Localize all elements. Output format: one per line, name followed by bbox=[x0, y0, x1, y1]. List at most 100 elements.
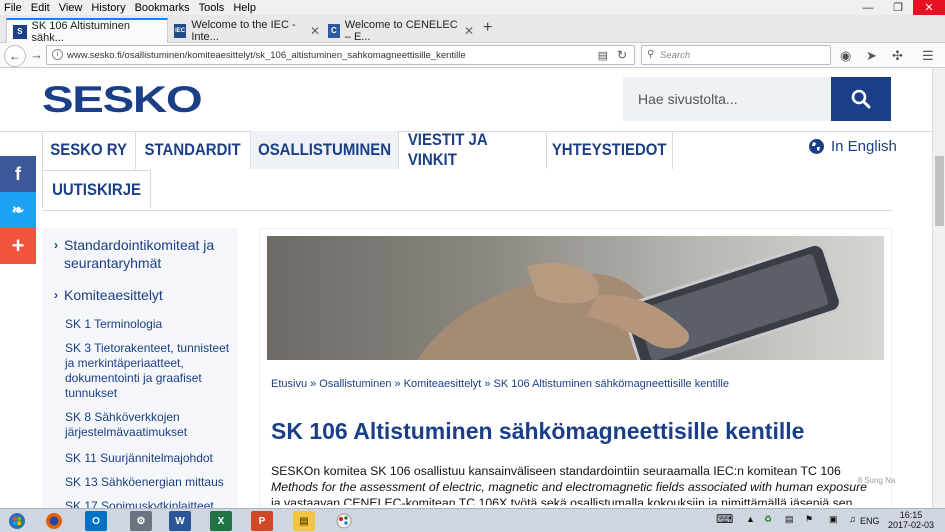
new-tab-icon[interactable]: + bbox=[483, 19, 492, 37]
sidebar-item-standardointikomiteat[interactable]: › Standardointikomiteat ja seurantaryhmä… bbox=[54, 236, 236, 272]
back-icon[interactable]: ← bbox=[4, 45, 26, 67]
input-language[interactable]: ENG bbox=[860, 516, 880, 526]
hamburger-menu-icon[interactable]: ☰ bbox=[922, 48, 934, 64]
tab-label: Welcome to CENELEC – E... bbox=[344, 18, 458, 43]
chevron-right-icon: › bbox=[54, 288, 58, 302]
hero-image bbox=[267, 236, 884, 360]
info-icon[interactable]: i bbox=[52, 49, 63, 60]
intro-line-3: ja vastaavan CENELEC-komitean TC 106X ty… bbox=[271, 496, 853, 505]
page-title: SK 106 Altistuminen sähkömagneettisille … bbox=[271, 418, 805, 444]
tab-iec[interactable]: IEC Welcome to the IEC - Inte... ✕ bbox=[168, 18, 326, 43]
facebook-share-button[interactable]: f bbox=[0, 156, 36, 192]
flag-icon[interactable]: ⚑ bbox=[805, 514, 813, 525]
close-tab-icon[interactable]: ✕ bbox=[464, 24, 474, 38]
extension-icon[interactable]: ✣ bbox=[892, 48, 903, 64]
site-search-input[interactable]: Hae sivustolta... bbox=[623, 77, 831, 121]
close-window-icon[interactable]: ✕ bbox=[913, 0, 945, 15]
sidebar-item-sk13[interactable]: SK 13 Sähköenergian mittaus bbox=[65, 475, 235, 490]
tab-label: Welcome to the IEC - Inte... bbox=[191, 18, 296, 43]
forward-icon[interactable]: → bbox=[30, 47, 43, 62]
sidebar-item-sk3[interactable]: SK 3 Tietorakenteet, tunnisteet ja merki… bbox=[65, 341, 231, 401]
clock-time: 16:15 bbox=[899, 510, 923, 520]
sidebar-item-komiteaesittelyt[interactable]: › Komiteaesittelyt bbox=[54, 286, 236, 304]
sidebar-item-sk8[interactable]: SK 8 Sähköverkkojen järjestelmävaatimuks… bbox=[65, 410, 215, 440]
tab-bar: S SK 106 Altistuminen sähk... IEC Welcom… bbox=[0, 15, 945, 44]
nav-uutiskirje[interactable]: UUTISKIRJE bbox=[42, 170, 151, 208]
menu-bookmarks[interactable]: Bookmarks bbox=[135, 2, 190, 14]
sidebar: › Standardointikomiteat ja seurantaryhmä… bbox=[42, 228, 238, 508]
nav-viestit-ja-vinkit[interactable]: VIESTIT JA VINKIT bbox=[399, 130, 547, 169]
site-search-button[interactable] bbox=[831, 77, 891, 121]
iec-favicon-icon: IEC bbox=[174, 23, 187, 38]
clock[interactable]: 16:15 2017-02-03 bbox=[888, 510, 934, 530]
language-switch[interactable]: In English bbox=[809, 138, 897, 155]
twitter-icon: ❧ bbox=[11, 202, 25, 219]
clock-date: 2017-02-03 bbox=[888, 520, 935, 530]
tab-sk106[interactable]: S SK 106 Altistuminen sähk... bbox=[6, 18, 168, 44]
powerpoint-icon[interactable]: P bbox=[251, 511, 273, 531]
browser-navbar: ← → i www.sesko.fi/osallistuminen/komite… bbox=[0, 43, 945, 68]
site-search-placeholder: Hae sivustolta... bbox=[638, 91, 738, 107]
plus-icon: + bbox=[11, 233, 25, 258]
volume-icon[interactable]: ♫ bbox=[849, 514, 856, 524]
breadcrumb[interactable]: Etusivu » Osallistuminen » Komiteaesitte… bbox=[271, 378, 729, 390]
nav-osallistuminen[interactable]: OSALLISTUMINEN bbox=[251, 131, 399, 169]
browser-search-input[interactable]: ⚲ Search bbox=[641, 45, 831, 65]
twitter-share-button[interactable]: ❧ bbox=[0, 192, 36, 228]
sync-icon[interactable]: ♻ bbox=[764, 514, 772, 525]
cenelec-favicon-icon: C bbox=[328, 23, 340, 38]
sidebar-item-sk17[interactable]: SK 17 Sopimuskytkinlaitteet bbox=[65, 499, 235, 508]
hand-with-phone-image bbox=[417, 242, 842, 360]
sidebar-item-sk11[interactable]: SK 11 Suurjännitelmajohdot bbox=[65, 451, 235, 466]
paint-icon[interactable] bbox=[333, 511, 355, 531]
tab-label: SK 106 Altistuminen sähk... bbox=[31, 19, 130, 44]
close-tab-icon[interactable]: ✕ bbox=[310, 24, 320, 38]
excel-icon[interactable]: X bbox=[210, 511, 232, 531]
windows-taskbar: O ⚙ W X P ▤ ⌨ ▲ ♻ ▤ ⚑ ▣ ♫ ENG 16:15 2017… bbox=[0, 508, 945, 532]
nav-yhteystiedot[interactable]: YHTEYSTIEDOT bbox=[547, 131, 673, 169]
keyboard-icon[interactable]: ⌨ bbox=[716, 512, 733, 526]
firefox-icon[interactable] bbox=[43, 511, 65, 531]
start-icon[interactable] bbox=[4, 511, 30, 531]
intro-line-1: SESKOn komitea SK 106 osallistuu kansain… bbox=[271, 464, 841, 478]
url-text: www.sesko.fi/osallistuminen/komiteaesitt… bbox=[67, 49, 466, 61]
tab-cenelec[interactable]: C Welcome to CENELEC – E... ✕ bbox=[322, 18, 480, 43]
scrollbar-thumb[interactable] bbox=[935, 156, 944, 226]
browser-search-placeholder: Search bbox=[660, 49, 691, 61]
restore-icon[interactable]: ❐ bbox=[883, 0, 913, 15]
menu-view[interactable]: View bbox=[59, 2, 83, 14]
menu-edit[interactable]: Edit bbox=[31, 2, 50, 14]
facebook-icon: f bbox=[15, 163, 21, 184]
menu-file[interactable]: File bbox=[4, 2, 22, 14]
chevron-right-icon: › bbox=[54, 238, 58, 252]
browser-menubar: File Edit View History Bookmarks Tools H… bbox=[0, 0, 945, 15]
minimize-icon[interactable]: — bbox=[853, 0, 883, 15]
sidebar-item-sk1[interactable]: SK 1 Terminologia bbox=[65, 317, 235, 332]
tray-expand-icon[interactable]: ▲ bbox=[746, 514, 755, 524]
scanner-icon[interactable]: ⚙ bbox=[130, 511, 152, 531]
more-share-button[interactable]: + bbox=[0, 228, 36, 264]
network-icon[interactable]: ▤ bbox=[785, 514, 794, 525]
nav-sesko-ry[interactable]: SESKO RY bbox=[42, 131, 136, 169]
menu-history[interactable]: History bbox=[91, 2, 125, 14]
word-icon[interactable]: W bbox=[169, 511, 191, 531]
pocket-icon[interactable]: ◉ bbox=[840, 48, 851, 64]
watermark-text: Il Sung Na bbox=[858, 476, 896, 485]
menu-help[interactable]: Help bbox=[233, 2, 256, 14]
language-label: In English bbox=[831, 138, 897, 155]
page-scrollbar[interactable] bbox=[932, 68, 945, 508]
sesko-logo[interactable]: SESKO bbox=[42, 81, 203, 119]
menu-tools[interactable]: Tools bbox=[199, 2, 225, 14]
url-bar[interactable]: i www.sesko.fi/osallistuminen/komiteaesi… bbox=[46, 45, 635, 65]
intro-line-2: Methods for the assessment of electric, … bbox=[271, 480, 868, 494]
reload-icon[interactable]: ↻ bbox=[617, 48, 627, 62]
nav-standardit[interactable]: STANDARDIT bbox=[136, 131, 251, 169]
screen-icon[interactable]: ▣ bbox=[829, 514, 838, 525]
window-controls: — ❐ ✕ bbox=[853, 0, 945, 15]
reader-view-icon[interactable]: ▤ bbox=[598, 49, 608, 62]
send-icon[interactable]: ➤ bbox=[866, 48, 877, 64]
magnifier-icon bbox=[851, 89, 871, 109]
globe-icon bbox=[809, 139, 824, 154]
outlook-icon[interactable]: O bbox=[85, 511, 107, 531]
file-explorer-icon[interactable]: ▤ bbox=[293, 511, 315, 531]
